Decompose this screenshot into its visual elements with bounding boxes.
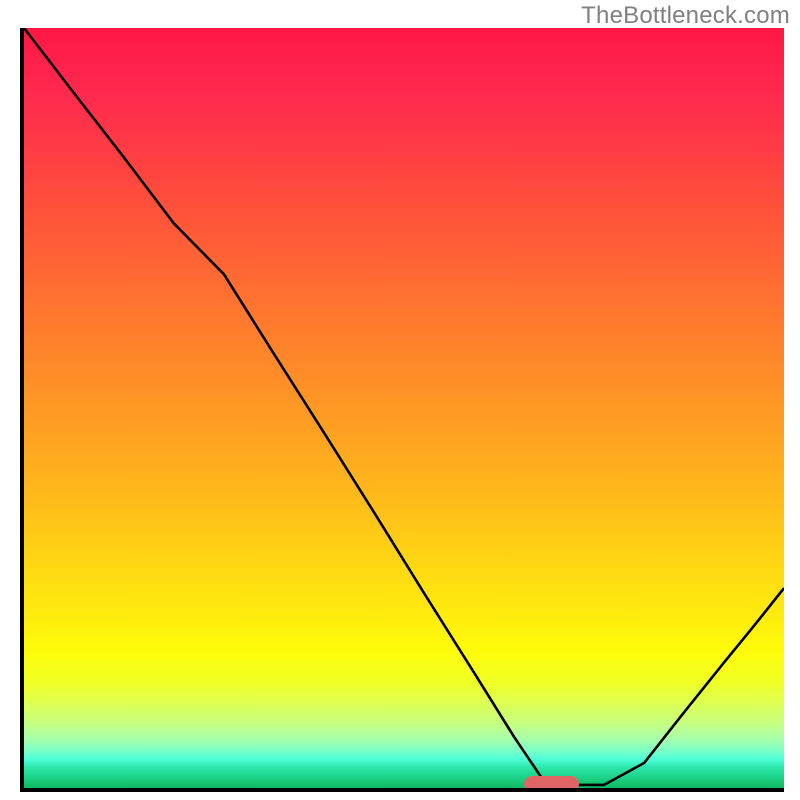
optimal-marker xyxy=(524,776,579,792)
gradient-background xyxy=(24,28,784,788)
watermark-text: TheBottleneck.com xyxy=(581,2,790,30)
chart-wrap: TheBottleneck.com xyxy=(0,0,800,800)
plot-area xyxy=(20,28,784,792)
